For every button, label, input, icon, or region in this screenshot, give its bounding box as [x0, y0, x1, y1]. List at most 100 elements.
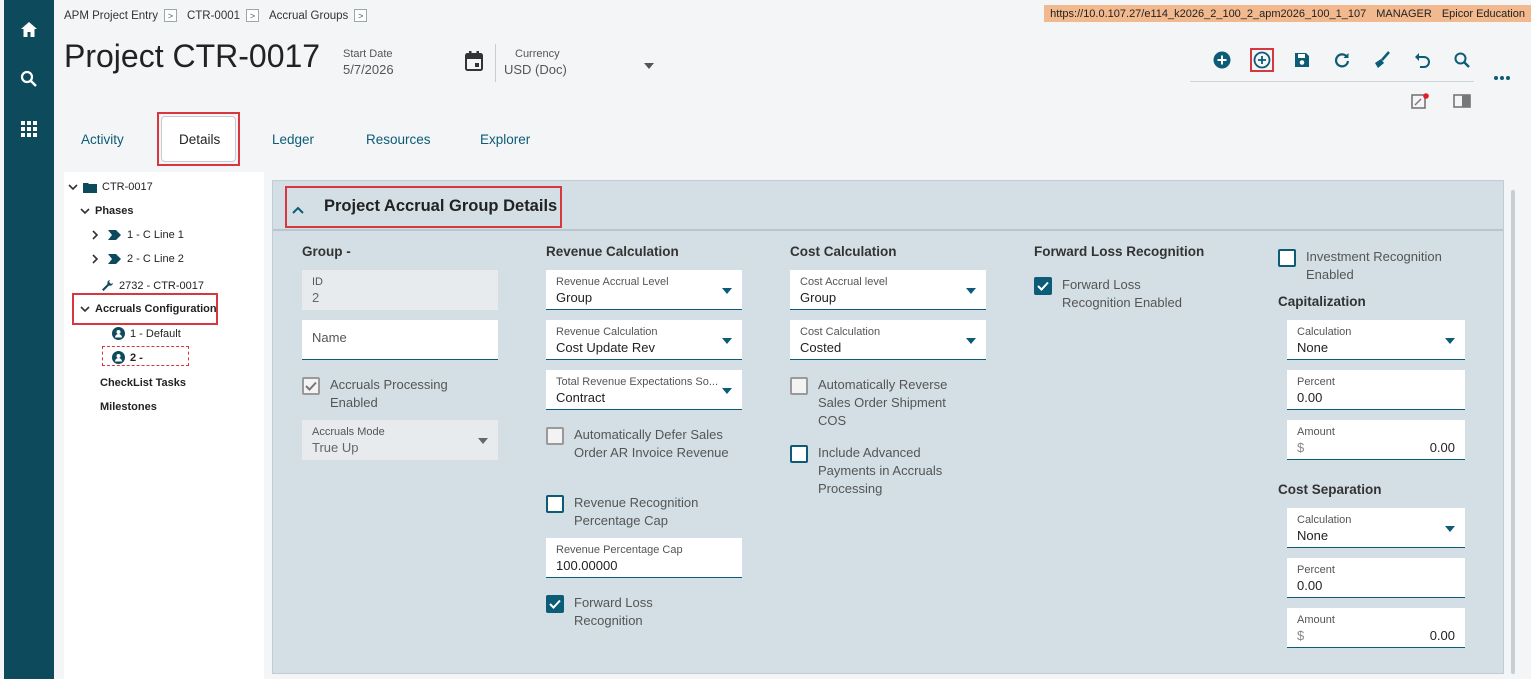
- more-options-icon[interactable]: [1490, 66, 1514, 90]
- checkbox-icon[interactable]: [546, 427, 564, 445]
- chevron-right-icon[interactable]: >: [163, 9, 177, 22]
- capitalization-percent-field[interactable]: Percent 0.00: [1287, 370, 1465, 410]
- cost-separation-amount-value[interactable]: 0.00: [1430, 628, 1455, 643]
- chevron-down-icon[interactable]: [966, 338, 976, 344]
- checkmark-icon[interactable]: [546, 595, 564, 613]
- forward-loss-recognition-checkbox[interactable]: Forward Loss Recognition: [546, 594, 674, 630]
- chevron-right-icon[interactable]: >: [354, 9, 368, 22]
- add-icon[interactable]: [1210, 48, 1234, 72]
- cost-separation-percent-value[interactable]: 0.00: [1297, 578, 1455, 593]
- refresh-icon[interactable]: [1330, 48, 1354, 72]
- checkmark-icon[interactable]: [302, 377, 320, 395]
- search-icon[interactable]: [1450, 48, 1474, 72]
- tree-node-accrual-2[interactable]: 2 -: [112, 351, 143, 364]
- checkbox-icon[interactable]: [1278, 249, 1296, 267]
- breadcrumb-item-project[interactable]: CTR-0001: [187, 10, 240, 22]
- start-date-value[interactable]: 5/7/2026: [343, 62, 394, 77]
- cost-calculation-select[interactable]: Cost Calculation Costed: [790, 320, 986, 360]
- name-field[interactable]: Name: [302, 320, 498, 360]
- chevron-down-icon[interactable]: [80, 207, 90, 215]
- forward-loss-recognition-label: Forward Loss Recognition: [574, 595, 653, 628]
- capitalization-calculation-select[interactable]: Calculation None: [1287, 320, 1465, 360]
- capitalization-heading: Capitalization: [1278, 294, 1366, 309]
- chevron-down-icon[interactable]: [722, 288, 732, 294]
- notes-icon[interactable]: [1408, 89, 1432, 113]
- chevron-right-icon[interactable]: [92, 254, 99, 264]
- panel-title: Project Accrual Group Details: [324, 197, 558, 215]
- tree-node-accrual-1[interactable]: 1 - Default: [112, 327, 181, 340]
- cost-separation-calculation-select[interactable]: Calculation None: [1287, 508, 1465, 548]
- chevron-down-icon[interactable]: [644, 63, 654, 69]
- clear-brush-icon[interactable]: [1370, 48, 1394, 72]
- capitalization-amount-field[interactable]: Amount $ 0.00: [1287, 420, 1465, 460]
- home-icon[interactable]: [4, 14, 54, 44]
- auto-reverse-checkbox[interactable]: Automatically Reverse Sales Order Shipme…: [790, 376, 958, 430]
- start-date-field[interactable]: Start Date 5/7/2026: [343, 48, 394, 77]
- apps-grid-icon[interactable]: [4, 114, 54, 144]
- checkbox-icon[interactable]: [790, 445, 808, 463]
- currency-select[interactable]: Currency USD (Doc): [504, 48, 654, 77]
- revenue-pct-cap-checkbox[interactable]: Revenue Recognition Percentage Cap: [546, 494, 724, 530]
- group-heading: Group -: [302, 244, 351, 259]
- tree-node-root[interactable]: CTR-0017: [68, 181, 153, 193]
- cost-accrual-level-label: Cost Accrual level: [800, 276, 888, 288]
- vertical-scrollbar[interactable]: [1511, 190, 1515, 674]
- cost-calculation-value: Costed: [800, 340, 842, 355]
- investment-recognition-checkbox[interactable]: Investment Recognition Enabled: [1278, 248, 1456, 284]
- chevron-down-icon[interactable]: [1445, 338, 1455, 344]
- tree-node-phase-2[interactable]: 2 - C Line 2: [92, 253, 184, 265]
- undo-icon[interactable]: [1410, 48, 1434, 72]
- checkbox-icon[interactable]: [546, 495, 564, 513]
- revenue-percentage-cap-value[interactable]: 100.00000: [556, 558, 732, 573]
- tree-node-milestones[interactable]: Milestones: [100, 401, 157, 413]
- forward-loss-enabled-checkbox[interactable]: Forward Loss Recognition Enabled: [1034, 276, 1202, 312]
- tab-details-label[interactable]: Details: [179, 132, 220, 147]
- calendar-icon[interactable]: [462, 49, 486, 73]
- revenue-percentage-cap-field[interactable]: Revenue Percentage Cap 100.00000: [546, 538, 742, 578]
- page: APM Project Entry > CTR-0001 > Accrual G…: [54, 0, 1531, 679]
- currency-symbol: $: [1297, 440, 1305, 455]
- tree-accrual-2-label: 2 -: [130, 351, 143, 364]
- capitalization-amount-value[interactable]: 0.00: [1430, 440, 1455, 455]
- panel-layout-icon[interactable]: [1450, 89, 1474, 113]
- chevron-down-icon[interactable]: [722, 338, 732, 344]
- tab-resources[interactable]: Resources: [366, 132, 431, 147]
- tree-node-resource[interactable]: 2732 - CTR-0017: [101, 279, 204, 292]
- tab-explorer[interactable]: Explorer: [480, 132, 530, 147]
- cost-separation-amount-field[interactable]: Amount $ 0.00: [1287, 608, 1465, 648]
- investment-recognition-label: Investment Recognition Enabled: [1306, 249, 1442, 282]
- tree-node-phases[interactable]: Phases: [80, 205, 134, 217]
- accrual-group-icon: [112, 351, 125, 364]
- accruals-processing-checkbox[interactable]: Accruals Processing Enabled: [302, 376, 470, 412]
- revenue-accrual-level-select[interactable]: Revenue Accrual Level Group: [546, 270, 742, 310]
- capitalization-percent-value[interactable]: 0.00: [1297, 390, 1455, 405]
- tree-node-phase-1[interactable]: 1 - C Line 1: [92, 229, 184, 241]
- total-revenue-expectations-select[interactable]: Total Revenue Expectations So... Contrac…: [546, 370, 742, 410]
- cost-separation-percent-field[interactable]: Percent 0.00: [1287, 558, 1465, 598]
- tree-node-accruals-configuration[interactable]: Accruals Configuration: [80, 303, 217, 315]
- auto-defer-checkbox[interactable]: Automatically Defer Sales Order AR Invoi…: [546, 426, 734, 462]
- save-icon[interactable]: [1290, 48, 1314, 72]
- chevron-down-icon[interactable]: [722, 388, 732, 394]
- chevron-down-icon[interactable]: [80, 305, 90, 313]
- total-revenue-expectations-value: Contract: [556, 390, 606, 405]
- chevron-up-icon[interactable]: [292, 201, 304, 219]
- checkmark-icon[interactable]: [1034, 277, 1052, 295]
- tab-activity[interactable]: Activity: [81, 132, 124, 147]
- include-advanced-payments-checkbox[interactable]: Include Advanced Payments in Accruals Pr…: [790, 444, 958, 498]
- tab-ledger[interactable]: Ledger: [272, 132, 314, 147]
- search-icon[interactable]: [4, 64, 54, 94]
- cost-accrual-level-select[interactable]: Cost Accrual level Group: [790, 270, 986, 310]
- tree-node-checklist[interactable]: CheckList Tasks: [100, 377, 186, 389]
- checkbox-icon[interactable]: [790, 377, 808, 395]
- revenue-calculation-select[interactable]: Revenue Calculation Cost Update Rev: [546, 320, 742, 360]
- accruals-mode-label: Accruals Mode: [312, 426, 385, 438]
- chevron-right-icon[interactable]: [92, 230, 99, 240]
- chevron-right-icon[interactable]: >: [246, 9, 260, 22]
- chevron-down-icon[interactable]: [966, 288, 976, 294]
- add-new-outline-icon[interactable]: [1250, 48, 1274, 72]
- chevron-down-icon[interactable]: [1445, 526, 1455, 532]
- breadcrumb-item-apm[interactable]: APM Project Entry: [64, 10, 158, 22]
- chevron-down-icon[interactable]: [68, 183, 78, 191]
- breadcrumb-item-accrual-groups[interactable]: Accrual Groups: [269, 10, 348, 22]
